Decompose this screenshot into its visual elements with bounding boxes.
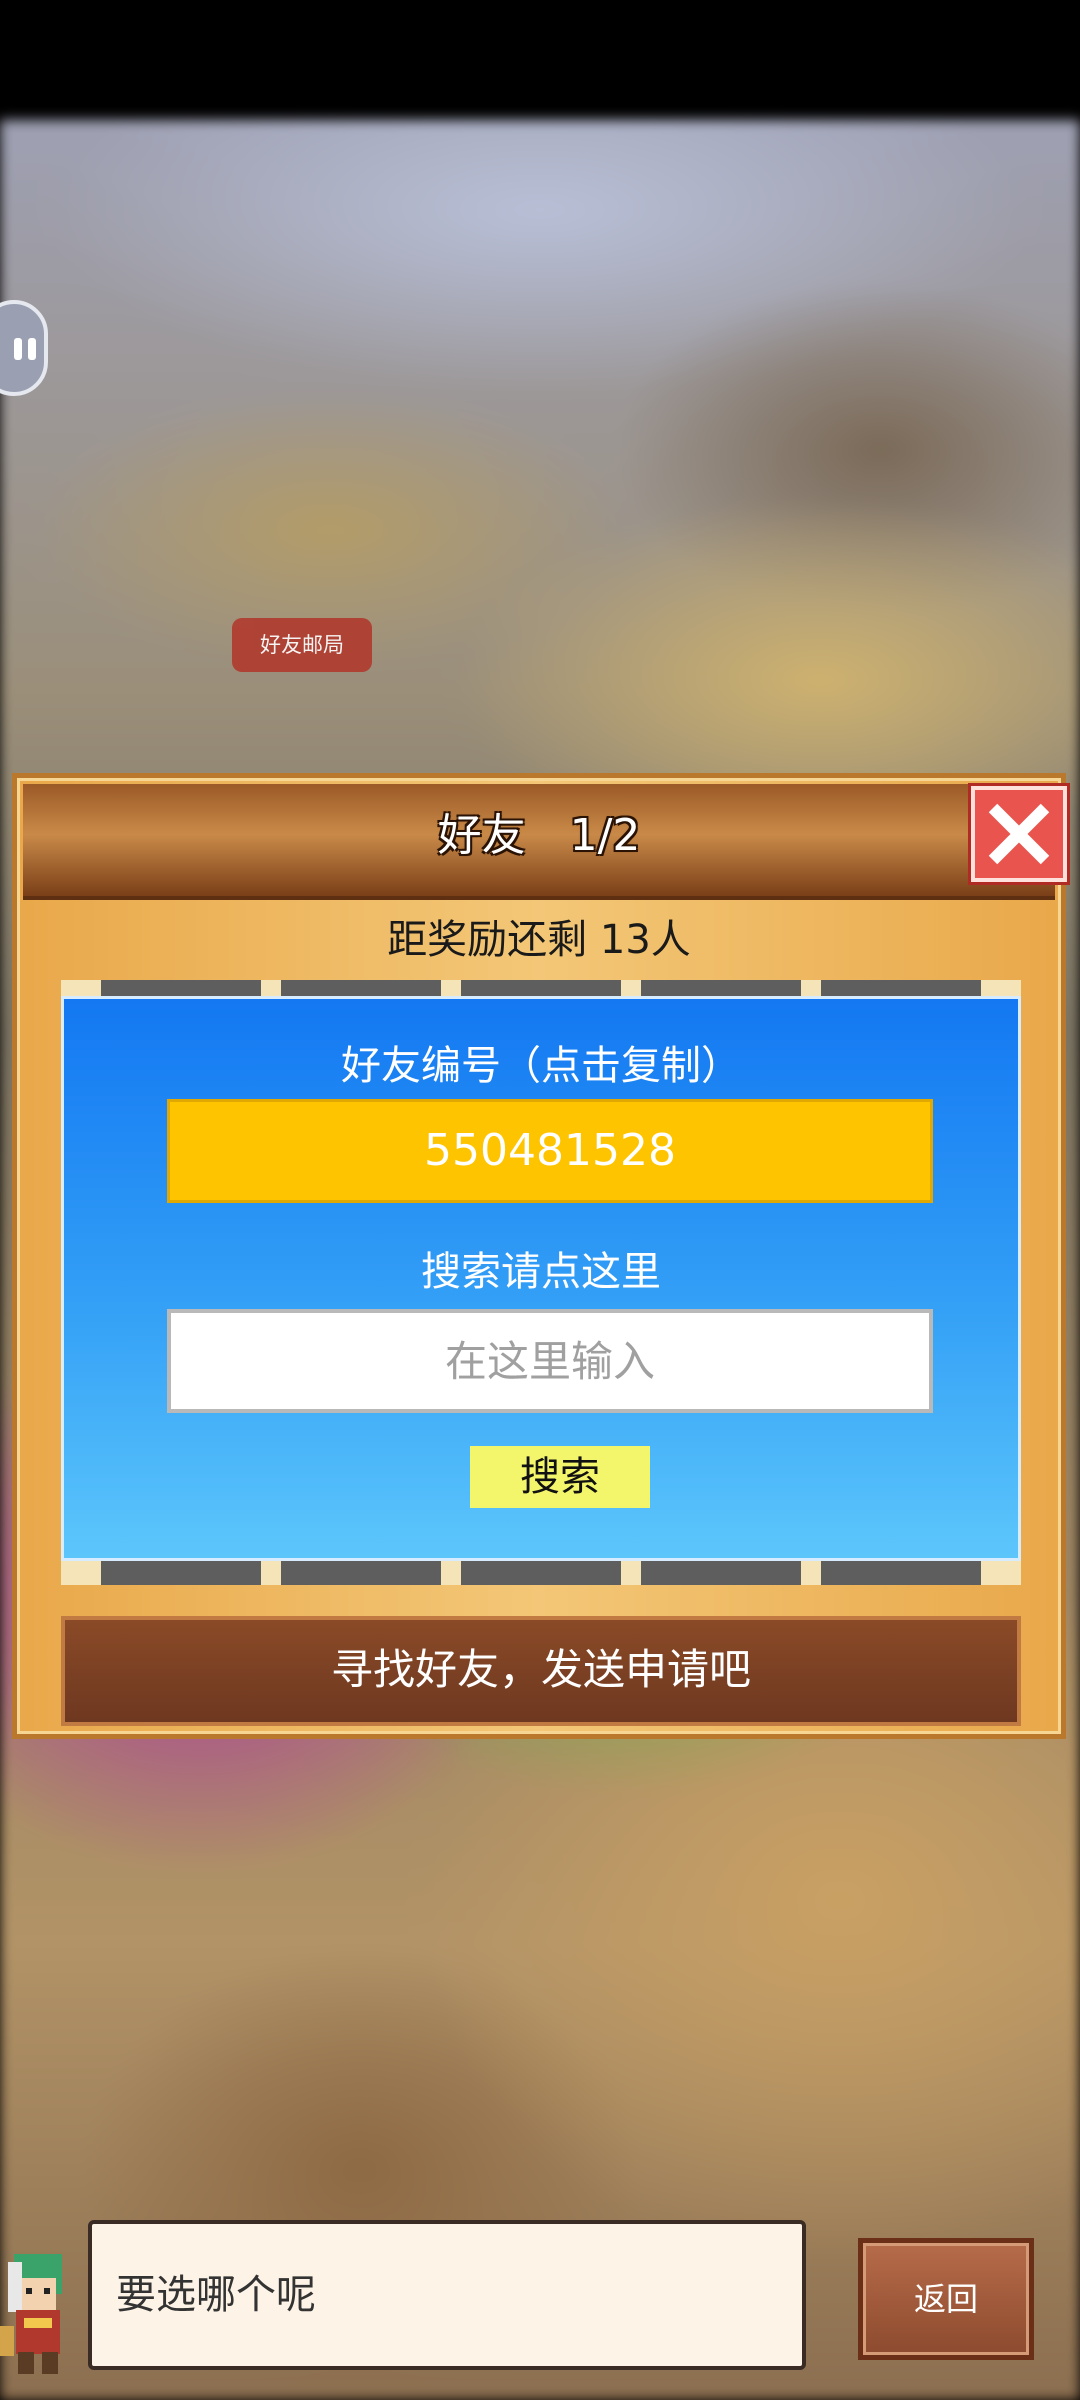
search-button[interactable]: 搜索 — [470, 1446, 650, 1508]
building-label: 好友邮局 — [232, 618, 372, 672]
panel-top-tabs — [61, 980, 1021, 996]
instruction-message: 寻找好友，发送申请吧 — [61, 1616, 1021, 1726]
friend-search-input[interactable] — [167, 1309, 933, 1413]
panel-bottom-tabs — [61, 1561, 1021, 1585]
character-avatar-icon — [0, 2254, 62, 2374]
dialog-title: 好友 1/2 — [437, 810, 641, 861]
speech-bubble: 要选哪个呢 — [88, 2220, 806, 2370]
friend-id-copy-button[interactable]: 550481528 — [167, 1099, 933, 1203]
friend-id-label: 好友编号（点击复制） — [341, 1043, 741, 1089]
search-label: 搜索请点这里 — [421, 1249, 661, 1295]
close-button[interactable] — [971, 786, 1067, 882]
friend-search-panel: 好友编号（点击复制） 550481528 搜索请点这里 搜索 — [61, 996, 1021, 1561]
game-screen: 好友邮局 好友 1/2 距奖励还剩 13人 好友编号（点击复制） 5504815… — [0, 0, 1080, 2400]
status-bar — [0, 0, 1080, 120]
back-button[interactable]: 返回 — [858, 2238, 1034, 2360]
reward-progress-text: 距奖励还剩 13人 — [387, 917, 691, 963]
speech-text: 要选哪个呢 — [116, 2272, 316, 2318]
close-icon — [988, 803, 1050, 865]
dialog-header: 好友 1/2 — [23, 784, 1067, 900]
pause-icon[interactable] — [0, 300, 48, 396]
friends-dialog: 好友 1/2 距奖励还剩 13人 好友编号（点击复制） 550481528 搜索… — [12, 773, 1067, 1739]
